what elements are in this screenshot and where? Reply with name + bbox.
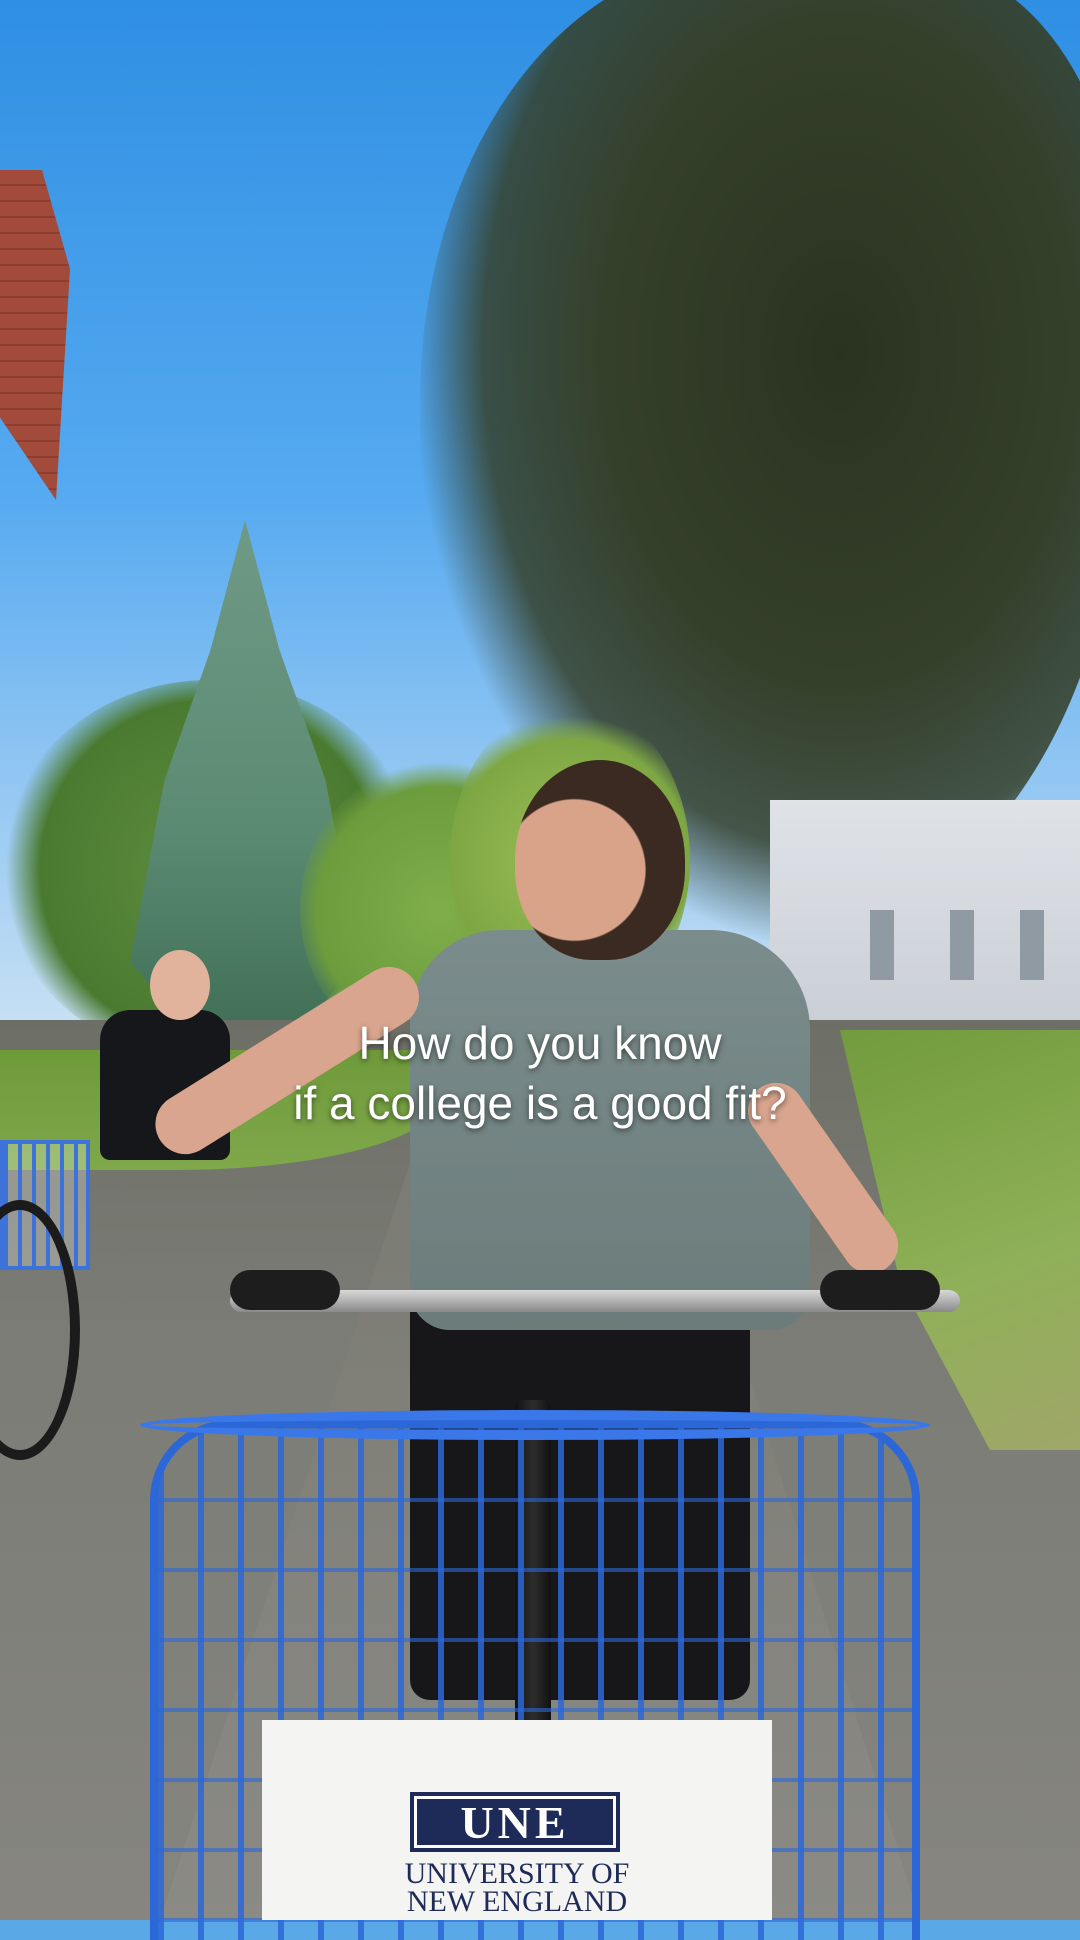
caption-line-1: How do you know: [358, 1017, 722, 1069]
basket-sign: UNE UNIVERSITY OF NEW ENGLAND: [262, 1720, 772, 1920]
une-logo: UNE: [410, 1792, 620, 1852]
video-frame: UNE UNIVERSITY OF NEW ENGLAND: [0, 0, 1080, 1940]
background-rider-head: [150, 950, 210, 1020]
university-name-line2: NEW ENGLAND: [406, 1885, 628, 1918]
right-grip: [820, 1270, 940, 1310]
university-name: UNIVERSITY OF NEW ENGLAND: [262, 1857, 772, 1918]
video-caption: How do you know if a college is a good f…: [0, 1013, 1080, 1133]
basket-rim: [140, 1410, 930, 1440]
caption-line-2: if a college is a good fit?: [293, 1077, 787, 1129]
window: [950, 910, 974, 980]
foreground-rider-head: [515, 760, 685, 960]
window: [1020, 910, 1044, 980]
university-name-line1: UNIVERSITY OF: [404, 1857, 630, 1890]
window: [870, 910, 894, 980]
left-grip: [230, 1270, 340, 1310]
